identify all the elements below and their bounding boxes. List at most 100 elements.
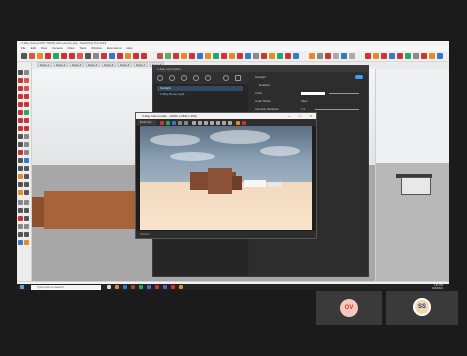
viewport-right-region[interactable] <box>375 69 449 281</box>
vray-mesh-clipper-icon[interactable] <box>293 53 299 59</box>
geo-location-icon[interactable] <box>18 240 23 245</box>
tab-scene-5[interactable]: Scene 5 <box>101 62 116 67</box>
flip-icon[interactable] <box>18 216 23 221</box>
vray-render-icon[interactable] <box>181 53 187 59</box>
save-image-icon[interactable] <box>192 120 196 125</box>
position-camera-icon[interactable] <box>413 53 419 59</box>
green-channel-icon[interactable] <box>166 120 170 125</box>
3d-text-icon[interactable] <box>24 150 29 155</box>
blue-channel-icon[interactable] <box>172 120 176 125</box>
orbit-tool-icon[interactable] <box>101 53 107 59</box>
vray-frame-buffer-icon[interactable] <box>205 53 211 59</box>
stamp-icon[interactable] <box>18 208 23 213</box>
vray-taskbar-icon[interactable] <box>179 285 183 289</box>
task-view-icon[interactable] <box>107 285 111 289</box>
zoom-tool-icon[interactable] <box>117 53 123 59</box>
vray-asset-editor-icon[interactable] <box>197 53 203 59</box>
lights-icon[interactable] <box>157 75 163 81</box>
menu-draw[interactable]: Draw <box>68 46 75 50</box>
vray-light-icon[interactable] <box>213 53 219 59</box>
offset-icon[interactable] <box>24 126 29 131</box>
paint-left-icon[interactable] <box>24 190 29 195</box>
style-monochrome-icon[interactable] <box>349 53 355 59</box>
tab-scene-2[interactable]: Scene 2 <box>53 62 68 67</box>
history-icon[interactable] <box>228 120 232 125</box>
view-right-icon[interactable] <box>389 53 395 59</box>
clear-image-icon[interactable] <box>198 120 202 125</box>
text-icon[interactable] <box>24 142 29 147</box>
windows-start-icon[interactable] <box>20 285 24 289</box>
view-iso-icon[interactable] <box>365 53 371 59</box>
intensity-value[interactable]: 1.0 <box>301 107 305 111</box>
outer-shell-icon[interactable] <box>18 232 23 237</box>
tab-scene-7[interactable]: Scene 7 <box>133 62 148 67</box>
view-left-icon[interactable] <box>405 53 411 59</box>
axes-icon[interactable] <box>18 150 23 155</box>
rectangle-tool-icon[interactable] <box>45 53 51 59</box>
view-top-icon[interactable] <box>373 53 379 59</box>
polygon-icon[interactable] <box>24 94 29 99</box>
sandbox-icon[interactable] <box>18 200 23 205</box>
settings-icon[interactable] <box>205 75 211 81</box>
menu-tools[interactable]: Tools <box>79 46 86 50</box>
geometry-icon[interactable] <box>181 75 187 81</box>
orbit-icon[interactable] <box>18 158 23 163</box>
red-channel-icon[interactable] <box>160 120 164 125</box>
teams-icon[interactable] <box>163 285 167 289</box>
rotate-tool-icon[interactable] <box>69 53 75 59</box>
tape-measure-icon[interactable] <box>85 53 91 59</box>
pushpull-icon[interactable] <box>24 110 29 115</box>
dimension-icon[interactable] <box>24 134 29 139</box>
menu-help[interactable]: Help <box>126 46 132 50</box>
color-swatch[interactable] <box>301 92 325 95</box>
sunlight-enable-toggle[interactable] <box>355 75 363 79</box>
menu-file[interactable]: File <box>21 46 26 50</box>
pie-icon[interactable] <box>24 102 29 107</box>
vray-interactive-icon[interactable] <box>189 53 195 59</box>
scale-tool-icon[interactable] <box>77 53 83 59</box>
line-icon[interactable] <box>18 78 23 83</box>
pan-tool-icon[interactable] <box>109 53 115 59</box>
menu-extensions[interactable]: Extensions <box>107 46 122 50</box>
push-pull-tool-icon[interactable] <box>53 53 59 59</box>
zoom-icon[interactable] <box>18 166 23 171</box>
menu-view[interactable]: View <box>41 46 47 50</box>
vray-mesh-light-icon[interactable] <box>261 53 267 59</box>
freehand-icon[interactable] <box>24 78 29 83</box>
move-icon[interactable] <box>18 110 23 115</box>
tab-scene-4[interactable]: Scene 4 <box>85 62 100 67</box>
intersect-icon[interactable] <box>24 232 29 237</box>
materials-icon[interactable] <box>169 75 175 81</box>
section-display-icon[interactable] <box>437 53 443 59</box>
lens-effects-icon[interactable] <box>222 120 226 125</box>
move-tool-icon[interactable] <box>61 53 67 59</box>
stop-render-icon[interactable] <box>242 120 246 125</box>
region-render-icon[interactable] <box>216 120 220 125</box>
excel-icon[interactable] <box>139 285 143 289</box>
scale-icon[interactable] <box>18 126 23 131</box>
circle-icon[interactable] <box>18 94 23 99</box>
look-around-icon[interactable] <box>429 53 435 59</box>
intensity-slider[interactable] <box>315 109 359 110</box>
style-hidden-line-icon[interactable] <box>325 53 331 59</box>
select-tool-icon[interactable] <box>21 53 27 59</box>
text-tool-icon[interactable] <box>93 53 99 59</box>
light-item-dome[interactable]: V-Ray Dome Light <box>157 92 243 97</box>
alpha-channel-icon[interactable] <box>178 120 182 125</box>
style-wireframe-icon[interactable] <box>317 53 323 59</box>
component-icon[interactable] <box>24 70 29 75</box>
tab-scene-6[interactable]: Scene 6 <box>117 62 132 67</box>
solid-trim-icon[interactable] <box>24 224 29 229</box>
look-left-icon[interactable] <box>24 182 29 187</box>
tab-scene-1[interactable]: Scene 1 <box>37 62 52 67</box>
solid-union-icon[interactable] <box>18 224 23 229</box>
color-slider[interactable] <box>329 93 359 94</box>
section-left-icon[interactable] <box>18 190 23 195</box>
powerpoint-icon[interactable] <box>155 285 159 289</box>
layout-icon[interactable] <box>173 53 179 59</box>
previous-icon[interactable] <box>24 174 29 179</box>
menu-camera[interactable]: Camera <box>52 46 63 50</box>
vray-sphere-light-icon[interactable] <box>221 53 227 59</box>
tab-scene-3[interactable]: Scene 3 <box>69 62 84 67</box>
section-plane-icon[interactable] <box>141 53 147 59</box>
